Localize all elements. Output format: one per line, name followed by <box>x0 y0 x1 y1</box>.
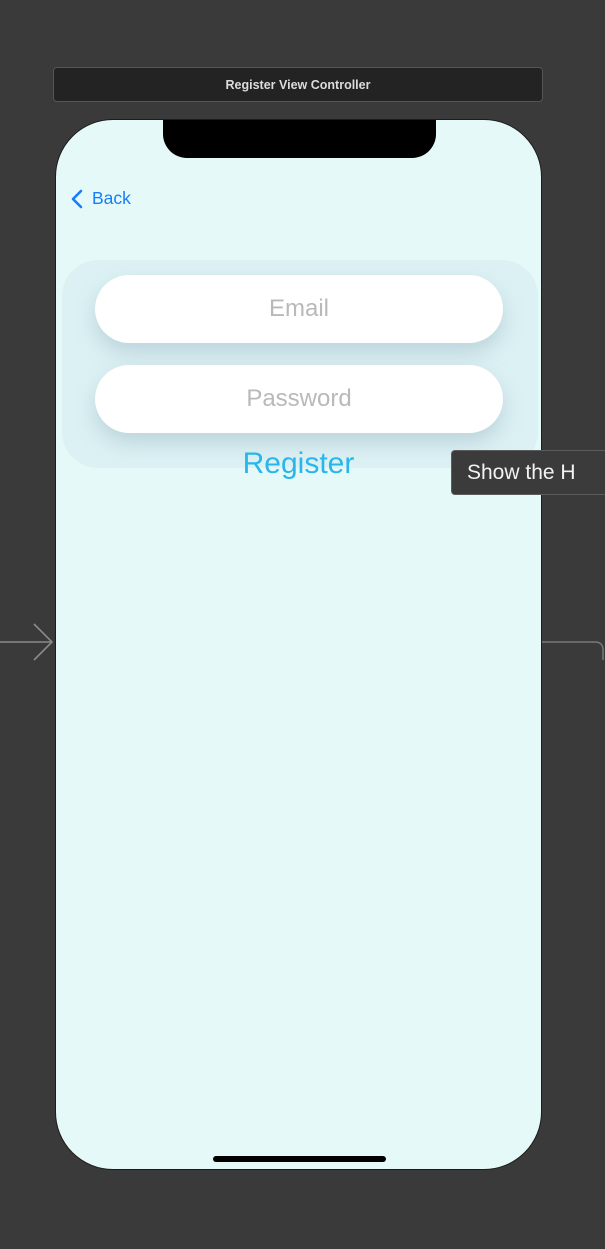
device-notch <box>163 120 436 158</box>
scene-title: Register View Controller <box>225 77 371 92</box>
back-label: Back <box>92 188 131 208</box>
back-button[interactable]: Back <box>70 188 131 209</box>
chevron-left-icon <box>71 189 83 208</box>
email-field[interactable] <box>95 275 503 343</box>
home-indicator <box>213 1156 386 1162</box>
iphone-screen: Back Register <box>55 119 542 1170</box>
entry-arrow-icon <box>0 623 54 661</box>
scene-title-bar[interactable]: Register View Controller <box>53 67 543 102</box>
tooltip-text: Show the H <box>467 460 576 484</box>
segue-connector[interactable] <box>541 630 605 660</box>
password-field[interactable] <box>95 365 503 433</box>
tooltip: Show the H <box>451 450 605 495</box>
